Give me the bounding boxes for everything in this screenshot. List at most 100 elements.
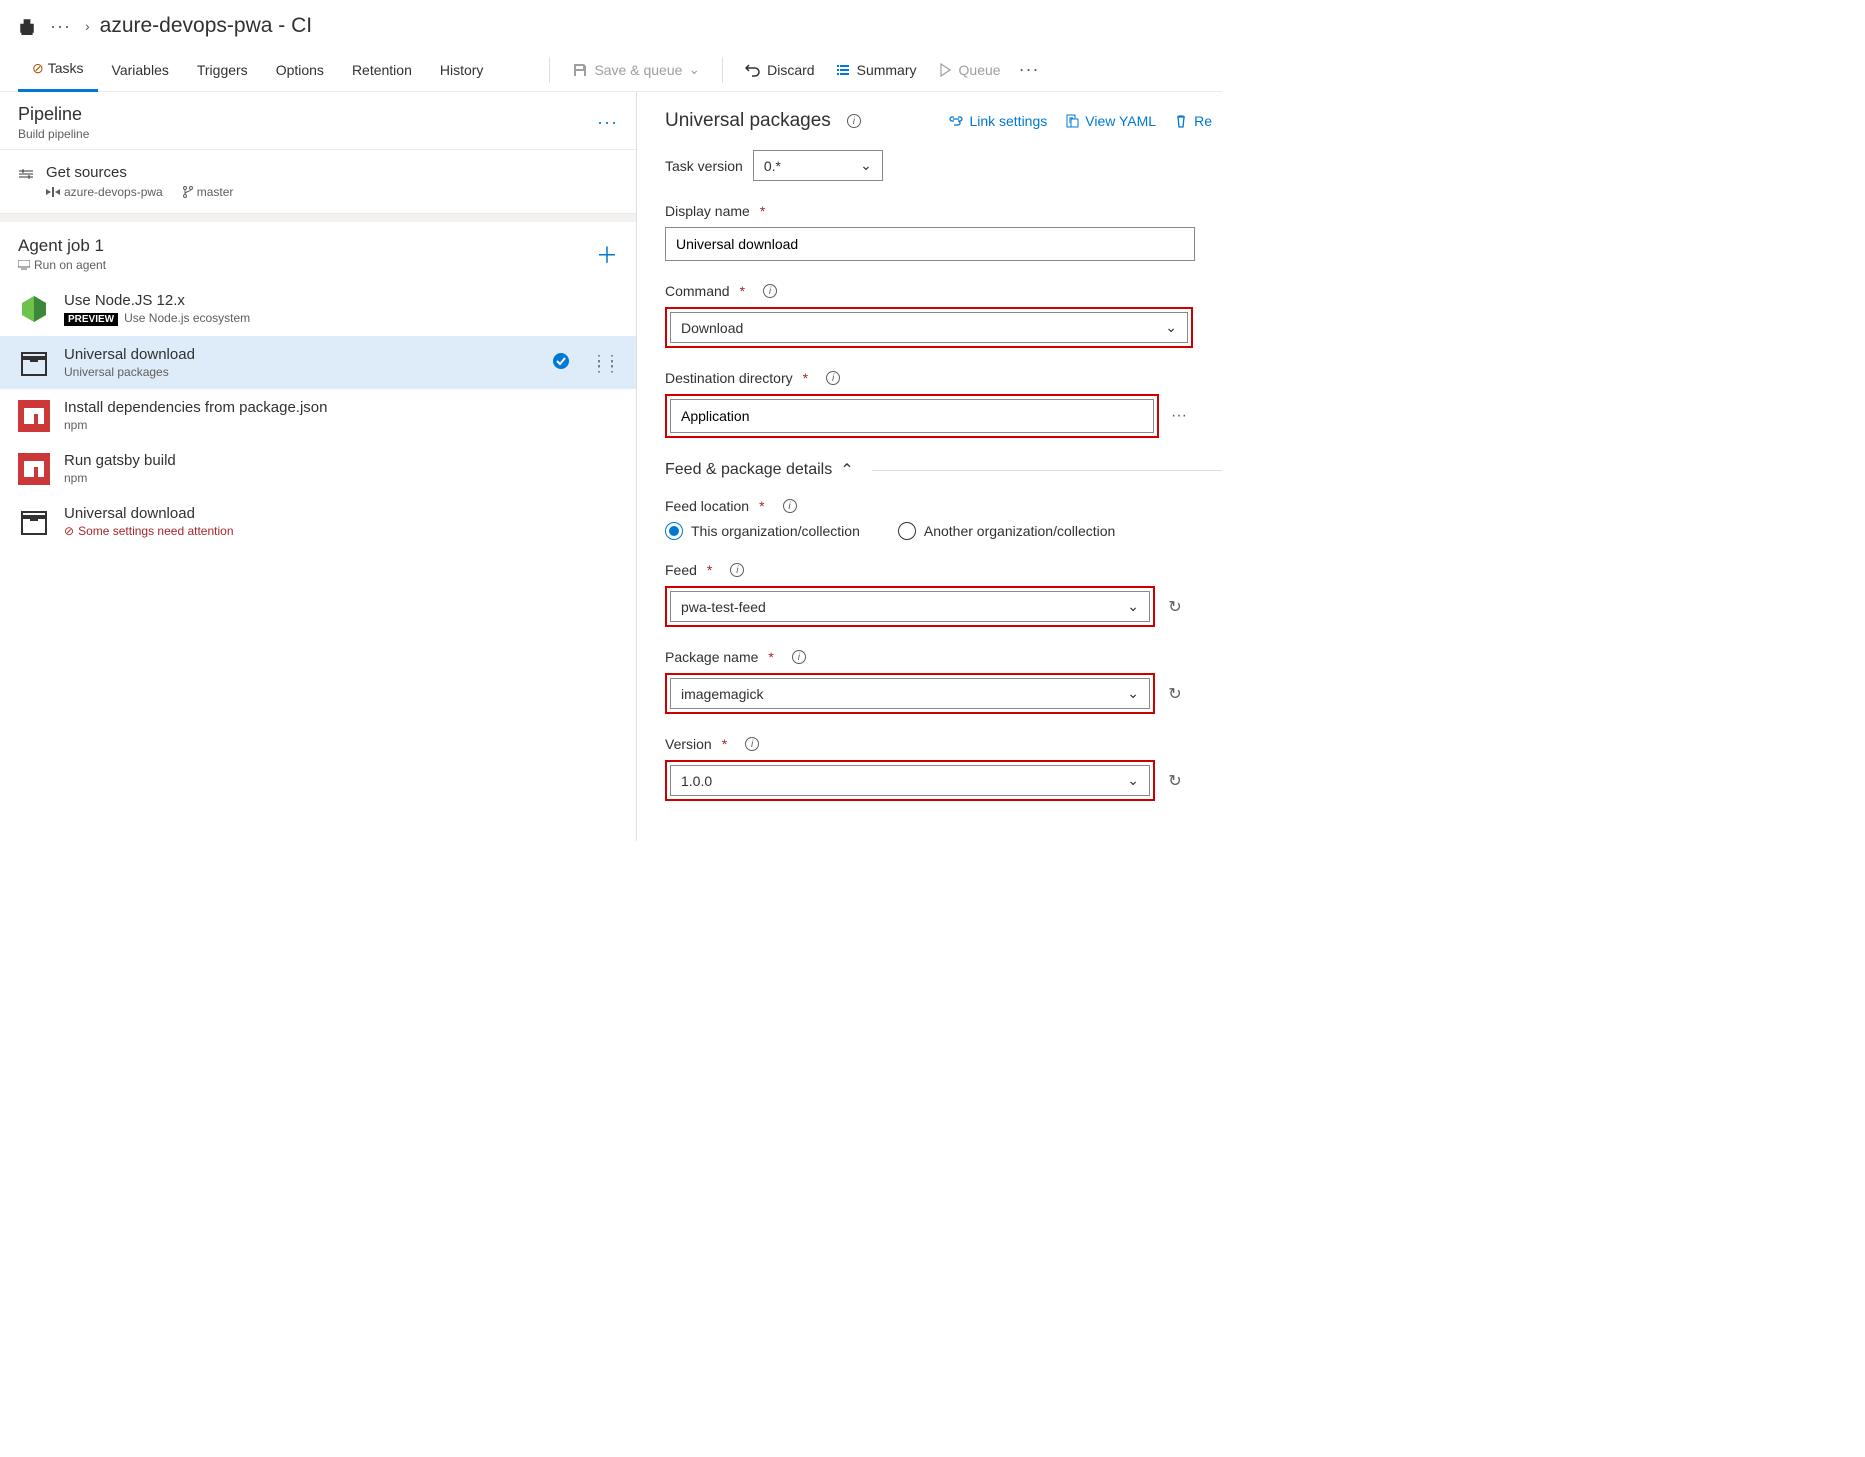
task-title: Run gatsby build (64, 452, 618, 469)
task-icon (18, 506, 50, 538)
undo-icon (745, 62, 761, 78)
agent-subtitle: Run on agent (34, 258, 106, 272)
chevron-down-icon: ⌄ (1127, 772, 1139, 789)
info-icon[interactable]: i (745, 737, 759, 751)
branch-name: master (197, 185, 234, 199)
info-icon[interactable]: i (730, 563, 744, 577)
toolbar-more[interactable]: ··· (1011, 59, 1048, 80)
feed-section-title[interactable]: Feed & package details (665, 461, 832, 479)
view-yaml-button[interactable]: View YAML (1065, 113, 1156, 129)
task-title: Universal download (64, 505, 618, 522)
get-sources-title: Get sources (46, 164, 233, 181)
pipeline-subtitle: Build pipeline (18, 127, 89, 141)
task-subtitle: PREVIEWUse Node.js ecosystem (64, 311, 618, 326)
browse-button[interactable]: ··· (1167, 404, 1191, 428)
save-icon (572, 62, 588, 78)
package-select[interactable]: imagemagick⌄ (670, 678, 1150, 709)
drag-handle-icon[interactable]: ⋮⋮⋮⋮ (592, 357, 618, 369)
breadcrumb-title[interactable]: azure-devops-pwa - CI (100, 14, 312, 38)
chevron-right-icon: › (85, 18, 90, 34)
discard-button[interactable]: Discard (735, 56, 824, 84)
agent-icon (18, 260, 30, 270)
task-icon (18, 347, 50, 379)
chevron-up-icon: ⌃ (840, 460, 853, 480)
warning-icon: ⊘ (32, 60, 44, 77)
link-settings-button[interactable]: Link settings (949, 113, 1047, 129)
task-row[interactable]: Install dependencies from package.json np… (0, 389, 636, 442)
remove-button[interactable]: Re (1174, 113, 1212, 129)
get-sources[interactable]: Get sources azure-devops-pwa master (0, 150, 636, 214)
package-label: Package name (665, 649, 758, 665)
task-error: ⊘ Some settings need attention (64, 524, 618, 538)
version-select[interactable]: 1.0.0⌄ (670, 765, 1150, 796)
queue-button[interactable]: Queue (927, 56, 1011, 84)
task-version-select[interactable]: 0.*⌄ (753, 150, 883, 181)
summary-button[interactable]: Summary (825, 56, 927, 84)
tab-tasks[interactable]: ⊘Tasks (18, 48, 98, 92)
get-sources-icon (18, 168, 34, 180)
repo-name: azure-devops-pwa (64, 185, 163, 199)
branch-icon (183, 186, 193, 198)
feed-select[interactable]: pwa-test-feed⌄ (670, 591, 1150, 622)
refresh-package-button[interactable]: ↻ (1163, 682, 1187, 706)
radio-other-org[interactable]: Another organization/collection (898, 522, 1115, 540)
task-form: Universal packages i Link settings View Y… (637, 92, 1222, 841)
chevron-down-icon: ⌄ (688, 61, 700, 78)
add-task-button[interactable]: ＋ (596, 238, 618, 270)
task-row[interactable]: Universal download Universal packages ⋮⋮⋮⋮ (0, 336, 636, 389)
command-label: Command (665, 283, 730, 299)
repo-icon (46, 187, 60, 197)
error-icon: ⊘ (64, 524, 74, 538)
info-icon[interactable]: i (826, 371, 840, 385)
agent-job[interactable]: Agent job 1 Run on agent ＋ (0, 214, 636, 282)
save-queue-button[interactable]: Save & queue ⌄ (562, 55, 710, 84)
task-icon (18, 400, 50, 432)
tab-bar: ⊘Tasks Variables Triggers Options Retent… (0, 48, 1222, 92)
info-icon[interactable]: i (792, 650, 806, 664)
preview-badge: PREVIEW (64, 313, 118, 326)
agent-title: Agent job 1 (18, 236, 106, 256)
tab-retention[interactable]: Retention (338, 48, 426, 92)
info-icon[interactable]: i (847, 114, 861, 128)
task-subtitle: Universal packages (64, 365, 538, 379)
chevron-down-icon: ⌄ (1165, 319, 1177, 336)
tab-options[interactable]: Options (262, 48, 338, 92)
chevron-down-icon: ⌄ (860, 157, 872, 174)
pipeline-home-icon[interactable] (18, 17, 36, 35)
task-title: Use Node.JS 12.x (64, 292, 618, 309)
tab-variables[interactable]: Variables (98, 48, 183, 92)
display-name-label: Display name (665, 203, 750, 219)
task-row[interactable]: Universal download ⊘ Some settings need a… (0, 495, 636, 548)
tab-triggers[interactable]: Triggers (183, 48, 262, 92)
pipeline-header[interactable]: Pipeline Build pipeline ··· (0, 92, 636, 150)
form-title: Universal packages (665, 110, 831, 132)
radio-this-org[interactable]: This organization/collection (665, 522, 860, 540)
info-icon[interactable]: i (763, 284, 777, 298)
summary-icon (835, 62, 851, 78)
refresh-feed-button[interactable]: ↻ (1163, 595, 1187, 619)
task-icon (18, 453, 50, 485)
play-icon (937, 62, 953, 78)
task-title: Install dependencies from package.json (64, 399, 618, 416)
task-row[interactable]: Run gatsby build npm (0, 442, 636, 495)
version-label: Version (665, 736, 712, 752)
task-title: Universal download (64, 346, 538, 363)
display-name-input[interactable] (665, 227, 1195, 261)
link-icon (949, 114, 963, 128)
pipeline-more[interactable]: ··· (597, 112, 618, 133)
task-row[interactable]: Use Node.JS 12.x PREVIEWUse Node.js ecosy… (0, 282, 636, 336)
info-icon[interactable]: i (783, 499, 797, 513)
feed-label: Feed (665, 562, 697, 578)
tab-history[interactable]: History (426, 48, 498, 92)
refresh-version-button[interactable]: ↻ (1163, 769, 1187, 793)
task-version-label: Task version (665, 158, 743, 174)
task-subtitle: npm (64, 471, 618, 485)
breadcrumb-ellipsis[interactable]: ··· (46, 16, 75, 37)
dest-label: Destination directory (665, 370, 793, 386)
command-select[interactable]: Download⌄ (670, 312, 1188, 343)
chevron-down-icon: ⌄ (1127, 598, 1139, 615)
success-icon (552, 352, 570, 373)
breadcrumb: ··· › azure-devops-pwa - CI (0, 0, 1222, 48)
task-subtitle: npm (64, 418, 618, 432)
dest-input[interactable] (670, 399, 1154, 433)
